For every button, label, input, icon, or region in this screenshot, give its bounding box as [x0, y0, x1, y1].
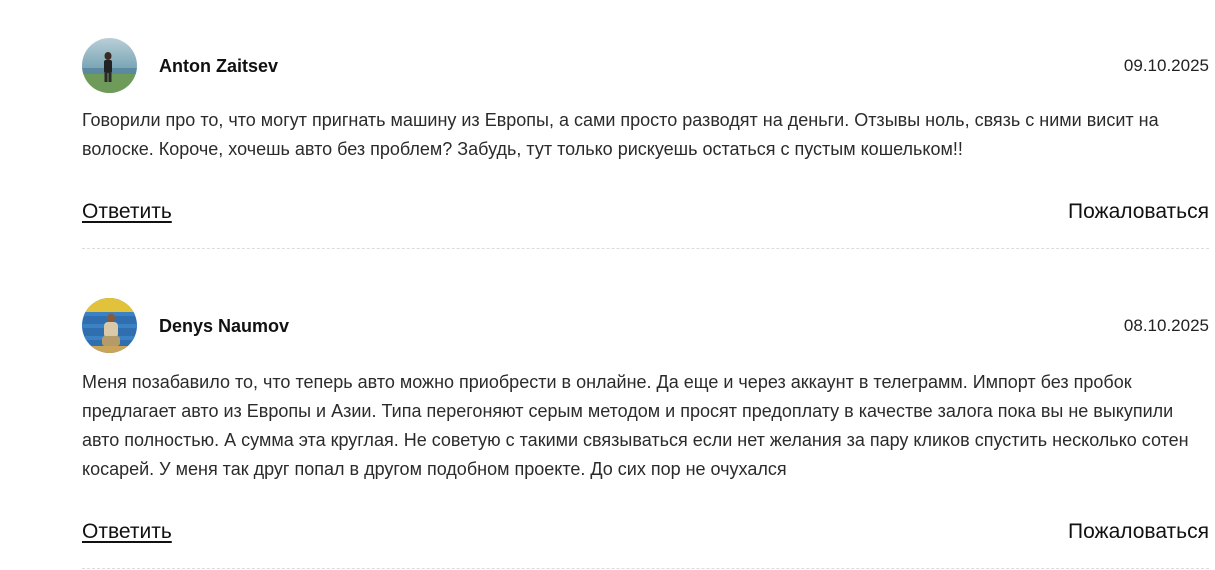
author-name: Denys Naumov: [159, 316, 290, 336]
comment-header: Anton Zaitsev 09.10.2025: [82, 38, 1209, 94]
comment-text: Говорили про то, что могут пригнать маши…: [82, 110, 1159, 159]
report-link[interactable]: Пожаловаться: [1068, 198, 1209, 226]
avatar-photo: [82, 38, 137, 93]
comment-actions: Ответить Пожаловаться: [82, 198, 1209, 226]
report-link[interactable]: Пожаловаться: [1068, 518, 1209, 546]
comment-text: Меня позабавило то, что теперь авто можн…: [82, 372, 1189, 479]
comment-actions: Ответить Пожаловаться: [82, 518, 1209, 546]
comment-date: 08.10.2025: [1123, 316, 1209, 335]
reply-link[interactable]: Ответить: [82, 518, 172, 546]
comments-list: Anton Zaitsev 09.10.2025 Говорили про то…: [0, 0, 1215, 570]
avatar: [82, 298, 137, 353]
avatar: [82, 38, 137, 93]
comment-divider: [82, 248, 1209, 249]
avatar-photo: [82, 298, 137, 353]
comment-date: 09.10.2025: [1123, 56, 1209, 75]
reply-link[interactable]: Ответить: [82, 198, 172, 226]
comment-item: Anton Zaitsev 09.10.2025 Говорили про то…: [82, 38, 1209, 249]
comment-item: Denys Naumov 08.10.2025 Меня позабавило …: [82, 298, 1209, 569]
comment-divider: [82, 568, 1209, 569]
author-name: Anton Zaitsev: [159, 56, 279, 76]
comment-header: Denys Naumov 08.10.2025: [82, 298, 1209, 354]
